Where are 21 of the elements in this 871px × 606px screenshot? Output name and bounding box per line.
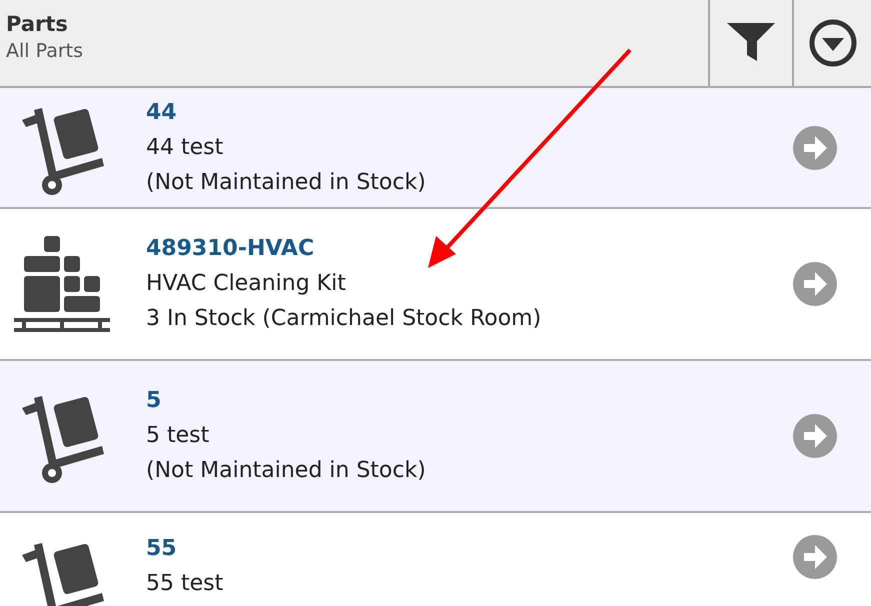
part-list-item[interactable]: 5 5 test (Not Maintained in Stock) bbox=[0, 361, 871, 513]
arrow-right-circle-icon[interactable] bbox=[793, 262, 837, 306]
stock-status: (Not Maintained in Stock) bbox=[146, 168, 427, 196]
part-description: 5 test bbox=[146, 422, 210, 450]
part-number: 44 bbox=[146, 98, 178, 126]
part-description: 55 test bbox=[146, 570, 224, 598]
arrow-right-circle-icon[interactable] bbox=[793, 126, 837, 170]
part-description: 44 test bbox=[146, 134, 224, 162]
part-list-item[interactable]: 44 44 test (Not Maintained in Stock) bbox=[0, 88, 871, 209]
caret-down-circle-icon bbox=[808, 18, 858, 68]
arrow-right-circle-icon[interactable] bbox=[793, 535, 837, 579]
part-number: 55 bbox=[146, 535, 178, 563]
page-subtitle: All Parts bbox=[6, 40, 84, 62]
part-number: 5 bbox=[146, 387, 162, 415]
pallet-boxes-icon bbox=[14, 236, 110, 332]
stock-status: 3 In Stock (Carmichael Stock Room) bbox=[146, 305, 542, 333]
arrow-right-circle-icon[interactable] bbox=[793, 414, 837, 458]
part-description: HVAC Cleaning Kit bbox=[146, 270, 347, 298]
part-number: 489310-HVAC bbox=[146, 235, 316, 263]
page-title: Parts bbox=[6, 12, 69, 36]
stock-status: (Not Maintained in Stock) bbox=[146, 457, 427, 485]
